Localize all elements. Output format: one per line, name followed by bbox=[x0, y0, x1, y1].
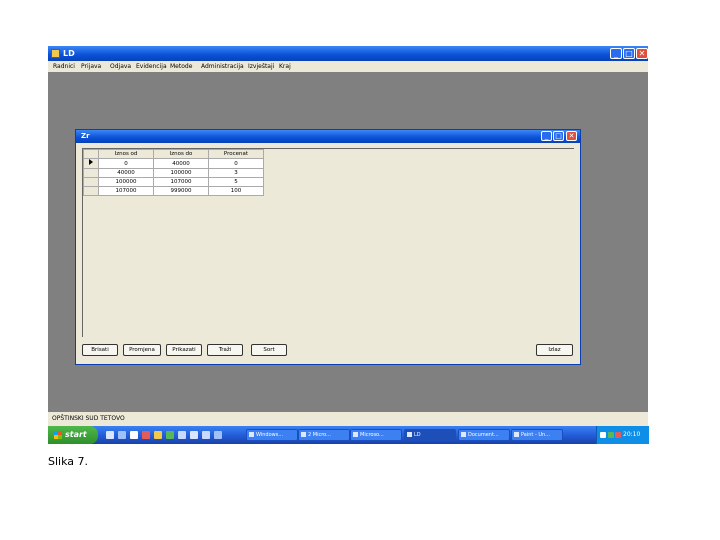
menu-odjava[interactable]: Odjava bbox=[110, 61, 131, 72]
row-selector[interactable] bbox=[83, 177, 99, 187]
language-icon[interactable] bbox=[600, 432, 606, 438]
main-window: LD _ □ ✕ Radnici Prijava Odjava Evidenci… bbox=[48, 46, 649, 444]
app-icon bbox=[514, 432, 519, 437]
minimize-button[interactable]: _ bbox=[610, 48, 622, 59]
exit-button[interactable]: Izlaz bbox=[536, 344, 573, 356]
app-icon bbox=[301, 432, 306, 437]
taskbar-button-active[interactable]: LD bbox=[404, 429, 456, 441]
dialog-title: Zr bbox=[81, 132, 90, 140]
table-row[interactable]: 40000 100000 3 bbox=[83, 168, 264, 178]
change-button[interactable]: Promjena bbox=[123, 344, 161, 356]
menu-bar: Radnici Prijava Odjava Evidencija Metode… bbox=[48, 61, 648, 72]
quicklaunch-icon[interactable] bbox=[166, 431, 174, 439]
quicklaunch-icon[interactable] bbox=[178, 431, 186, 439]
quicklaunch-icon[interactable] bbox=[118, 431, 126, 439]
table-cell[interactable]: 100000 bbox=[153, 168, 209, 178]
quicklaunch-icon[interactable] bbox=[106, 431, 114, 439]
quicklaunch-icon[interactable] bbox=[202, 431, 210, 439]
quicklaunch-icon[interactable] bbox=[142, 431, 150, 439]
app-icon bbox=[51, 49, 60, 58]
menu-kraj[interactable]: Kraj bbox=[279, 61, 291, 72]
mdi-client-area: Zr _ □ ✕ Iznos od Iznos do Procenat 0 40… bbox=[48, 72, 648, 412]
quicklaunch-icon[interactable] bbox=[190, 431, 198, 439]
table-cell[interactable]: 100000 bbox=[98, 177, 154, 187]
close-button[interactable]: ✕ bbox=[636, 48, 648, 59]
column-header-iznos-od[interactable]: Iznos od bbox=[98, 149, 154, 159]
app-icon bbox=[461, 432, 466, 437]
taskbar-button[interactable]: Paint - Un... bbox=[511, 429, 563, 441]
tray-icon[interactable] bbox=[608, 432, 614, 438]
clock[interactable]: 20:10 bbox=[623, 426, 640, 444]
menu-administracija[interactable]: Administracija bbox=[201, 61, 244, 72]
dialog-title-bar[interactable]: Zr _ □ ✕ bbox=[76, 130, 580, 143]
main-title-bar[interactable]: LD _ □ ✕ bbox=[48, 46, 648, 61]
row-selector[interactable] bbox=[83, 168, 99, 178]
dialog-minimize-button[interactable]: _ bbox=[541, 131, 552, 141]
column-header-procenat[interactable]: Procenat bbox=[208, 149, 264, 159]
figure-caption: Slika 7. bbox=[48, 455, 89, 468]
dialog-maximize-button[interactable]: □ bbox=[553, 131, 564, 141]
rate-table: Iznos od Iznos do Procenat 0 40000 0 400… bbox=[83, 149, 264, 196]
column-header-iznos-do[interactable]: Iznos do bbox=[153, 149, 209, 159]
table-cell[interactable]: 107000 bbox=[98, 186, 154, 196]
system-tray: 20:10 bbox=[596, 426, 649, 444]
menu-evidencija[interactable]: Evidencija bbox=[136, 61, 167, 72]
status-text: OPŠTINSKI SUD TETOVO bbox=[52, 415, 125, 422]
taskbar-button[interactable]: Document... bbox=[458, 429, 510, 441]
row-selector[interactable] bbox=[83, 158, 99, 169]
table-cell[interactable]: 5 bbox=[208, 177, 264, 187]
app-icon bbox=[249, 432, 254, 437]
search-button[interactable]: Traži bbox=[207, 344, 243, 356]
row-selector-header bbox=[83, 149, 99, 159]
table-cell[interactable]: 999000 bbox=[153, 186, 209, 196]
menu-prijava[interactable]: Prijava bbox=[81, 61, 101, 72]
taskbar-button[interactable]: Windows... bbox=[246, 429, 298, 441]
table-row[interactable]: 100000 107000 5 bbox=[83, 177, 264, 187]
app-icon bbox=[407, 432, 412, 437]
table-cell[interactable]: 0 bbox=[208, 158, 264, 169]
table-cell[interactable]: 100 bbox=[208, 186, 264, 196]
windows-logo-icon bbox=[54, 431, 62, 439]
current-row-arrow-icon bbox=[89, 159, 93, 165]
taskbar-button[interactable]: 2 Micro... bbox=[298, 429, 350, 441]
status-bar: OPŠTINSKI SUD TETOVO bbox=[48, 412, 648, 426]
menu-radnici[interactable]: Radnici bbox=[53, 61, 75, 72]
dialog-window: Zr _ □ ✕ Iznos od Iznos do Procenat 0 40… bbox=[75, 129, 581, 365]
table-cell[interactable]: 107000 bbox=[153, 177, 209, 187]
quicklaunch-icon[interactable] bbox=[154, 431, 162, 439]
show-button[interactable]: Prikazati bbox=[166, 344, 202, 356]
table-cell[interactable]: 40000 bbox=[98, 168, 154, 178]
quicklaunch-icon[interactable] bbox=[130, 431, 138, 439]
menu-metode[interactable]: Metode bbox=[170, 61, 192, 72]
dialog-close-button[interactable]: ✕ bbox=[566, 131, 577, 141]
tray-icon[interactable] bbox=[615, 432, 621, 438]
taskbar-button[interactable]: Microso... bbox=[350, 429, 402, 441]
table-header-row: Iznos od Iznos do Procenat bbox=[83, 149, 264, 159]
table-cell[interactable]: 3 bbox=[208, 168, 264, 178]
sort-button[interactable]: Sort bbox=[251, 344, 287, 356]
app-icon bbox=[353, 432, 358, 437]
start-button[interactable]: start bbox=[48, 426, 98, 444]
table-cell[interactable]: 0 bbox=[98, 158, 154, 169]
maximize-button[interactable]: □ bbox=[623, 48, 635, 59]
table-row[interactable]: 0 40000 0 bbox=[83, 158, 264, 169]
window-title: LD bbox=[63, 49, 75, 58]
row-selector[interactable] bbox=[83, 186, 99, 196]
taskbar: start Windows... 2 Micro... Microso... L… bbox=[48, 426, 649, 444]
start-label: start bbox=[65, 430, 87, 439]
data-grid[interactable]: Iznos od Iznos do Procenat 0 40000 0 400… bbox=[82, 148, 574, 337]
table-row[interactable]: 107000 999000 100 bbox=[83, 186, 264, 196]
quicklaunch-icon[interactable] bbox=[214, 431, 222, 439]
menu-izvjestaji[interactable]: Izvještaji bbox=[248, 61, 274, 72]
delete-button[interactable]: Brisati bbox=[82, 344, 118, 356]
table-cell[interactable]: 40000 bbox=[153, 158, 209, 169]
